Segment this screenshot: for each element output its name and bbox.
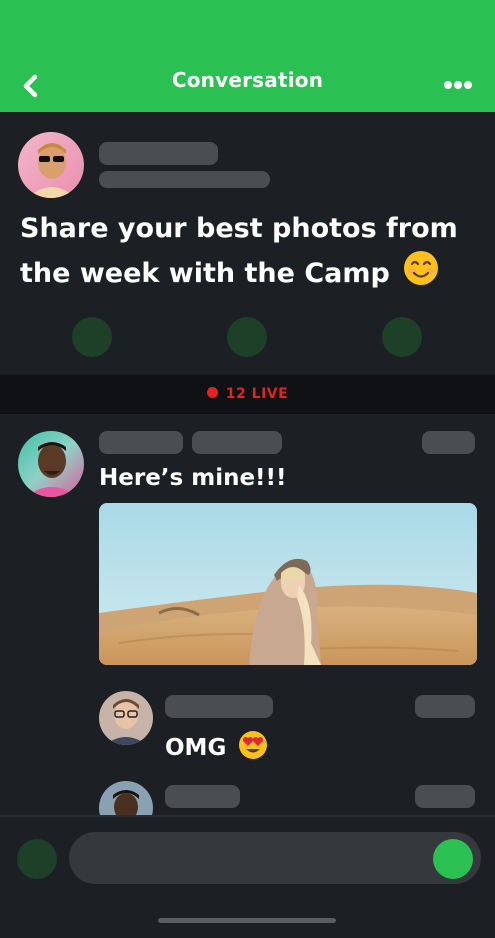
reaction-button-3[interactable] [382, 317, 422, 357]
message-text: Here’s mine!!! [99, 465, 287, 491]
reply-text-content: OMG [165, 735, 227, 761]
live-indicator[interactable]: 12 LIVE [0, 386, 495, 402]
live-count: 12 LIVE [225, 386, 289, 402]
heart-eyes-emoji-icon [239, 731, 268, 759]
post-text-content: Share your best photos from the week wit… [20, 213, 458, 289]
timestamp-placeholder [422, 431, 475, 454]
post-text: Share your best photos from the week wit… [20, 208, 480, 295]
reply-username-placeholder [165, 695, 273, 718]
camera-button[interactable] [17, 839, 57, 879]
reply2-timestamp-placeholder [415, 785, 475, 808]
message-composer [0, 815, 495, 938]
message-avatar[interactable] [18, 431, 84, 497]
smiling-face-emoji-icon [404, 251, 439, 285]
author-name-placeholder [99, 142, 218, 165]
reply-avatar[interactable] [99, 691, 153, 745]
reply-timestamp-placeholder [415, 695, 475, 718]
reaction-button-1[interactable] [72, 317, 112, 357]
more-options-icon[interactable] [443, 80, 473, 90]
live-indicator-bar: 12 LIVE [0, 375, 495, 414]
author-avatar[interactable] [18, 132, 84, 198]
handle-placeholder [192, 431, 282, 454]
original-post: Share your best photos from the week wit… [0, 112, 495, 375]
home-indicator [158, 918, 336, 923]
page-title: Conversation [171, 68, 324, 92]
username-placeholder [99, 431, 183, 454]
send-button[interactable] [433, 839, 473, 879]
app-header: Conversation [0, 0, 495, 112]
live-dot-icon [206, 387, 218, 398]
reply2-username-placeholder [165, 785, 240, 808]
reply-text: OMG [165, 730, 268, 761]
desert-woman-photo[interactable] [99, 503, 477, 665]
reaction-button-2[interactable] [227, 317, 267, 357]
post-meta-placeholder [99, 171, 270, 188]
message-input[interactable] [69, 832, 481, 884]
